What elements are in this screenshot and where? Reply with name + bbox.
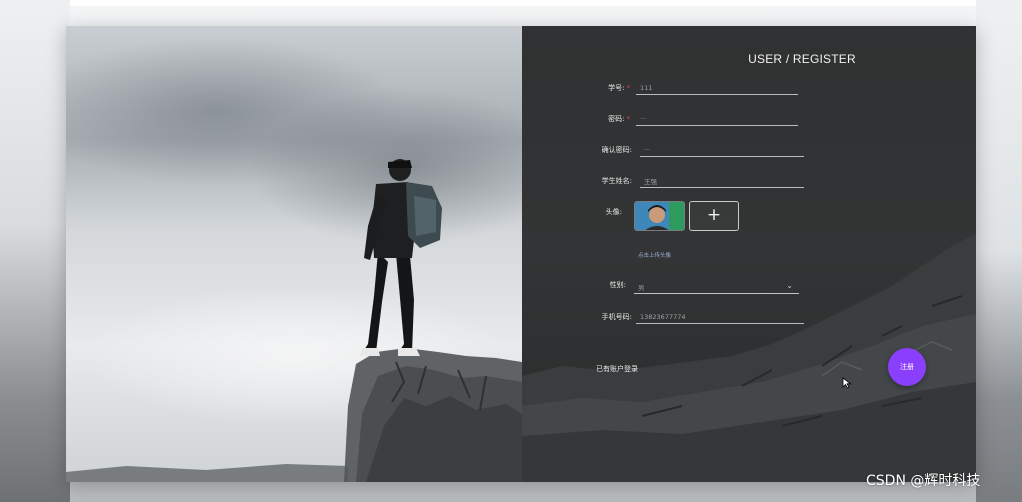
gender-select-value: 男 [638, 284, 645, 292]
student-name-input[interactable] [640, 174, 804, 188]
watermark: CSDN @辉时科技 [866, 473, 981, 489]
register-button[interactable]: 注册 [888, 348, 926, 386]
student-id-label: 学号: * [550, 83, 630, 93]
confirm-password-input[interactable] [640, 143, 804, 157]
page-background-left [0, 0, 70, 502]
gender-select[interactable]: 男 ⌄ [634, 278, 799, 294]
avatar-label: 头像: [605, 208, 622, 216]
register-form-panel: USER / REGISTER 学号:* 密码:* 确认密码: 学生姓名: 头像… [522, 26, 976, 482]
required-mark: * [626, 115, 631, 123]
student-id-label-text: 学号: [608, 84, 625, 92]
page-background-right [976, 0, 1022, 502]
avatar-upload-hint[interactable]: 点击上传头像 [638, 251, 671, 259]
password-label-text: 密码: [608, 115, 625, 123]
login-link[interactable]: 已有账户登录 [596, 364, 638, 374]
password-label: 密码: * [550, 114, 630, 124]
hero-photo [66, 26, 522, 482]
mouse-pointer-icon [842, 377, 852, 389]
avatar-photo-icon [635, 202, 684, 230]
form-title: USER / REGISTER [748, 52, 856, 66]
top-strip [0, 0, 1022, 6]
gender-label: 性别: [609, 281, 626, 289]
password-input[interactable] [636, 112, 798, 126]
register-card: USER / REGISTER 学号:* 密码:* 确认密码: 学生姓名: 头像… [66, 26, 976, 482]
phone-label: 手机号码: [601, 313, 632, 321]
confirm-password-label: 确认密码: [601, 146, 632, 154]
student-id-input[interactable] [636, 81, 798, 95]
hiker-illustration [66, 159, 522, 482]
student-name-label: 学生姓名: [601, 177, 632, 185]
required-mark: * [626, 84, 631, 92]
avatar-image[interactable] [634, 201, 685, 231]
chevron-down-icon: ⌄ [786, 281, 793, 290]
phone-input[interactable] [636, 310, 804, 324]
avatar-upload-button[interactable]: + [689, 201, 739, 231]
